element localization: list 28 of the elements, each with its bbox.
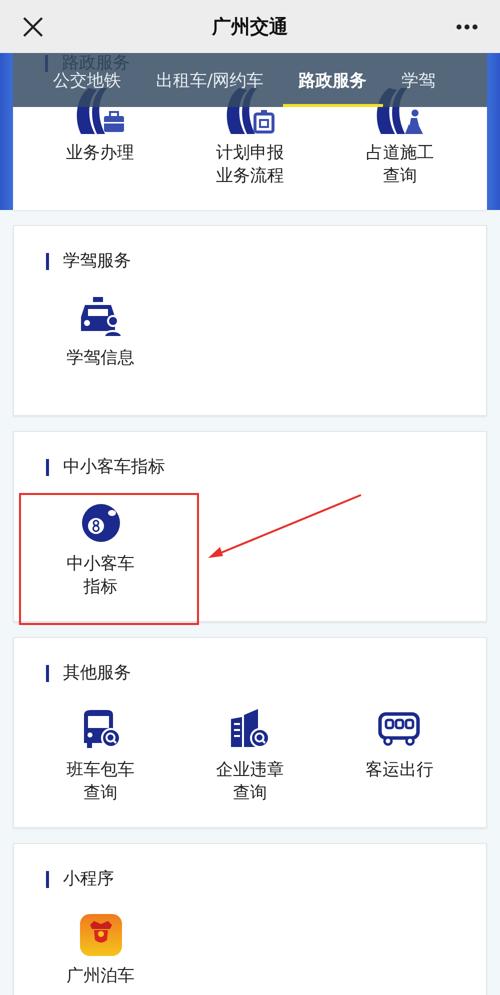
eight-ball-icon (80, 503, 121, 543)
section-title: 小程序 (63, 868, 114, 891)
service-link[interactable]: 班车包车查询 (66, 759, 136, 805)
close-icon[interactable] (22, 16, 44, 38)
service-link[interactable]: 中小客车指标 (66, 553, 136, 599)
window-title: 广州交通 (212, 14, 288, 40)
section-title: 中小客车指标 (63, 456, 165, 479)
emblem-app-icon (80, 914, 122, 956)
service-link[interactable]: 广州泊车 (66, 965, 136, 995)
taxi-person-icon (78, 297, 123, 337)
tab[interactable]: 路政服务 (282, 53, 383, 107)
section-marker (46, 664, 49, 682)
section-marker (46, 252, 49, 270)
tab[interactable]: 学驾 (386, 53, 452, 107)
section-title: 学驾服务 (63, 250, 131, 273)
service-link[interactable]: 业务办理 (65, 142, 135, 188)
service-link[interactable]: 客运出行 (364, 759, 434, 805)
more-icon[interactable] (456, 24, 478, 30)
section-marker (46, 458, 49, 476)
bus-icon (378, 712, 420, 746)
section-marker (46, 870, 49, 888)
service-link[interactable]: 占道施工查询 (365, 142, 435, 188)
service-link[interactable]: 学驾信息 (66, 347, 136, 393)
tab[interactable]: 出租车/网约车 (140, 53, 280, 107)
service-link[interactable]: 企业违章查询 (215, 759, 285, 805)
building-search-icon (230, 709, 270, 749)
service-link[interactable]: 计划申报业务流程 (215, 142, 285, 188)
section-title: 其他服务 (63, 662, 131, 685)
